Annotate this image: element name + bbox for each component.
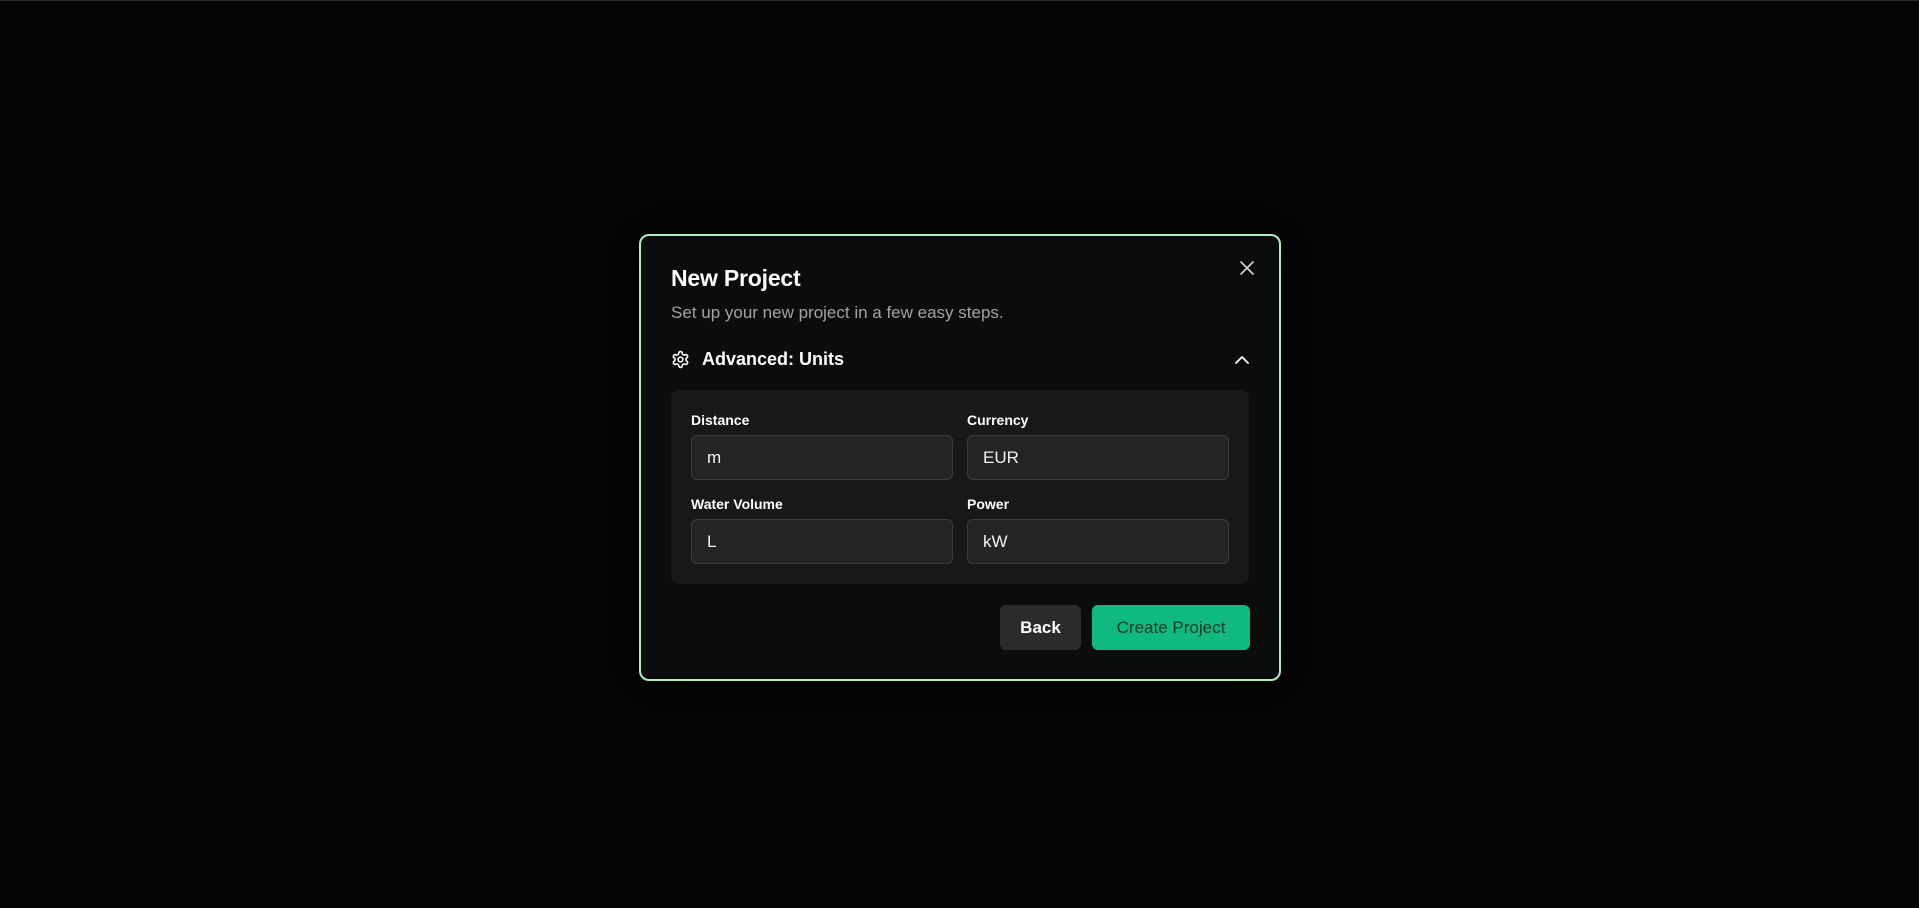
dialog-subtitle: Set up your new project in a few easy st… (671, 303, 1004, 322)
new-project-dialog: New Project Set up your new project in a… (639, 234, 1281, 681)
power-label: Power (967, 496, 1010, 512)
distance-input[interactable] (691, 435, 953, 480)
chevron-up-icon (1235, 355, 1249, 364)
create-project-button[interactable]: Create Project (1092, 605, 1250, 650)
distance-field: Distance (691, 412, 953, 480)
currency-input[interactable] (967, 435, 1229, 480)
units-panel: Distance Currency Water Volume Power (671, 390, 1249, 584)
advanced-units-label: Advanced: Units (702, 348, 845, 369)
power-input[interactable] (967, 519, 1229, 564)
screen-backdrop: New Project Set up your new project in a… (0, 0, 1919, 908)
distance-label: Distance (691, 412, 750, 428)
dialog-title: New Project (671, 265, 801, 291)
power-field: Power (967, 496, 1229, 564)
advanced-units-toggle[interactable]: Advanced: Units (671, 345, 1255, 373)
currency-field: Currency (967, 412, 1229, 480)
water-volume-field: Water Volume (691, 496, 953, 564)
water-volume-input[interactable] (691, 519, 953, 564)
currency-label: Currency (967, 412, 1029, 428)
water-volume-label: Water Volume (691, 496, 783, 512)
close-button[interactable] (1235, 256, 1259, 280)
back-button[interactable]: Back (1000, 605, 1081, 650)
gear-icon (672, 350, 689, 368)
close-icon (1240, 261, 1254, 275)
